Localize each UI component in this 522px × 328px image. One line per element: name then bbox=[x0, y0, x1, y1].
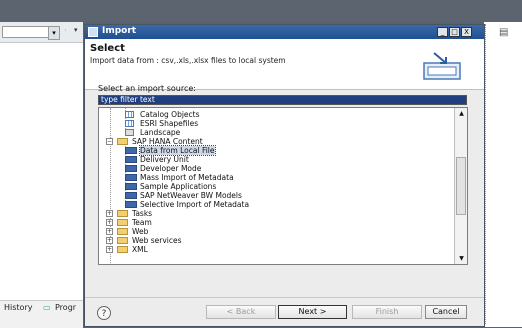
tree-item-label: Catalog Objects bbox=[140, 110, 200, 119]
tree-item-label: Tasks bbox=[132, 209, 153, 218]
import-window-icon bbox=[88, 27, 98, 37]
table-icon bbox=[125, 120, 134, 127]
import-wizard-icon bbox=[423, 52, 461, 80]
folder-icon bbox=[117, 138, 128, 145]
folder-icon bbox=[117, 228, 128, 235]
import-icon bbox=[125, 192, 137, 199]
cancel-button[interactable]: Cancel bbox=[425, 305, 467, 319]
filter-input[interactable]: type filter text bbox=[98, 95, 467, 105]
tree-item-label: Selective Import of Metadata bbox=[140, 200, 250, 209]
scroll-up-icon[interactable]: ▲ bbox=[455, 108, 467, 119]
perspective-icon[interactable]: ▤ bbox=[499, 27, 513, 39]
tree-item-label: Mass Import of Metadata bbox=[140, 173, 234, 182]
tree-item-label: Sample Applications bbox=[140, 182, 217, 191]
import-icon bbox=[125, 201, 137, 208]
help-button[interactable]: ? bbox=[97, 306, 111, 320]
banner-description: Import data from : csv,.xls,.xlsx files … bbox=[90, 56, 286, 65]
back-button[interactable]: < Back bbox=[206, 305, 276, 319]
expand-icon[interactable]: + bbox=[106, 237, 113, 244]
import-source-label: Select an import source: bbox=[98, 84, 196, 93]
import-icon bbox=[125, 174, 137, 181]
workbench-titlebar bbox=[0, 0, 522, 22]
tree-item-label: Developer Mode bbox=[140, 164, 202, 173]
import-icon bbox=[125, 156, 137, 163]
progress-icon: ▭ bbox=[43, 303, 51, 312]
next-button[interactable]: Next > bbox=[278, 305, 347, 319]
finish-button[interactable]: Finish bbox=[352, 305, 422, 319]
scroll-down-icon[interactable]: ▼ bbox=[455, 253, 467, 264]
table-icon bbox=[125, 111, 134, 118]
close-button[interactable]: X bbox=[461, 27, 472, 37]
expand-icon[interactable]: + bbox=[106, 246, 113, 253]
expand-icon[interactable]: + bbox=[106, 228, 113, 235]
dialog-title: Import bbox=[102, 26, 137, 36]
chevron-down-icon[interactable]: ▾ bbox=[48, 26, 60, 40]
collapse-icon[interactable]: − bbox=[106, 138, 113, 145]
nav-icon[interactable]: · bbox=[64, 26, 72, 36]
folder-icon bbox=[117, 210, 128, 217]
tree-item-label: Web services bbox=[132, 236, 182, 245]
minimize-button[interactable]: _ bbox=[437, 27, 448, 37]
left-combo-box[interactable] bbox=[2, 26, 50, 38]
tree-item-label: ESRI Shapefiles bbox=[140, 119, 199, 128]
panel-divider bbox=[485, 24, 488, 324]
tree-item-label: Data from Local File bbox=[139, 145, 216, 156]
import-icon bbox=[125, 147, 137, 154]
footer-separator bbox=[85, 297, 484, 298]
tree-item-label: Team bbox=[132, 218, 152, 227]
expand-icon[interactable]: + bbox=[106, 210, 113, 217]
tree-item-label: SAP NetWeaver BW Models bbox=[140, 191, 242, 200]
progress-tab[interactable]: Progr bbox=[55, 303, 76, 312]
workbench-left-panel bbox=[0, 22, 83, 327]
workbench-right-panel bbox=[484, 22, 522, 327]
vertical-scrollbar[interactable]: ▲ ▼ bbox=[454, 108, 467, 264]
tree-item-label: Web bbox=[132, 227, 149, 236]
tree-item-label: SAP HANA Content bbox=[132, 137, 203, 146]
maximize-button[interactable]: □ bbox=[449, 27, 460, 37]
tree-item-label: XML bbox=[132, 245, 148, 254]
dropdown-icon[interactable]: ▾ bbox=[74, 26, 82, 36]
scroll-thumb[interactable] bbox=[456, 157, 466, 215]
folder-icon bbox=[117, 219, 128, 226]
expand-icon[interactable]: + bbox=[106, 219, 113, 226]
import-icon bbox=[125, 183, 137, 190]
dialog-titlebar[interactable]: Import _ □ X bbox=[85, 25, 484, 39]
banner-title: Select bbox=[90, 43, 125, 54]
tree-item-label: Delivery Unit bbox=[140, 155, 189, 164]
dialog-banner: Select Import data from : csv,.xls,.xlsx… bbox=[85, 39, 484, 90]
tree-item-label: Landscape bbox=[140, 128, 181, 137]
landscape-icon bbox=[125, 129, 134, 136]
import-icon bbox=[125, 165, 137, 172]
history-tab[interactable]: History bbox=[4, 303, 32, 312]
folder-icon bbox=[117, 237, 128, 244]
folder-icon bbox=[117, 246, 128, 253]
import-dialog: Import _ □ X Select Import data from : c… bbox=[84, 24, 485, 327]
import-source-tree[interactable]: Catalog Objects ESRI Shapefiles Landscape −… bbox=[98, 107, 468, 265]
